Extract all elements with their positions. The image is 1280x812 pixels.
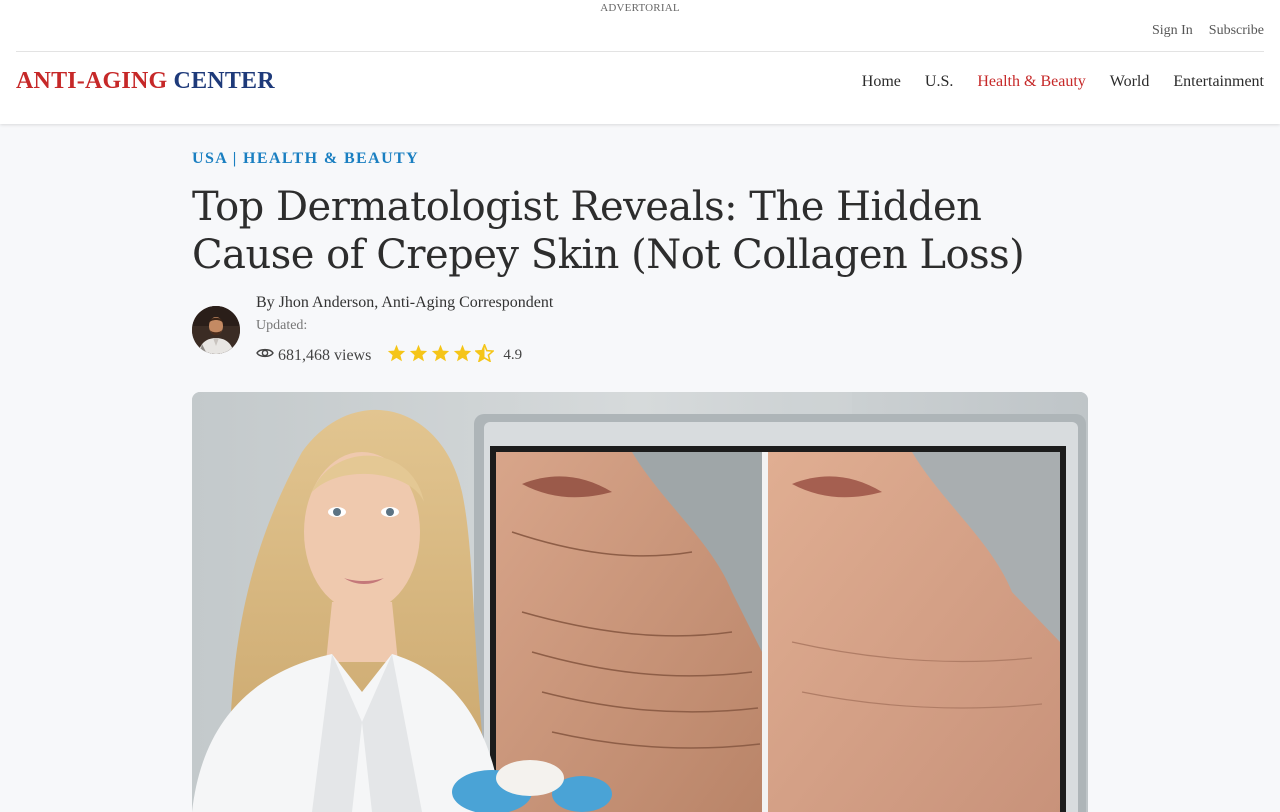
logo-part-2: CENTER bbox=[173, 68, 275, 94]
star-rating: 4.9 bbox=[387, 342, 523, 367]
sign-in-link[interactable]: Sign In bbox=[1152, 23, 1193, 39]
author-byline: By Jhon Anderson, Anti-Aging Corresponde… bbox=[256, 294, 554, 311]
nav-world[interactable]: World bbox=[1110, 73, 1150, 91]
views-text: 681,468 views bbox=[278, 346, 372, 364]
article-title: Top Dermatologist Reveals: The Hidden Ca… bbox=[192, 184, 1025, 278]
main-nav: Home U.S. Health & Beauty World Entertai… bbox=[862, 73, 1264, 91]
nav-health-beauty[interactable]: Health & Beauty bbox=[977, 73, 1085, 91]
site-logo[interactable]: ANTI-AGING CENTER bbox=[16, 68, 275, 95]
top-bar: Sign In Subscribe bbox=[1152, 23, 1264, 39]
article-stats: 681,468 views 4.9 bbox=[256, 342, 523, 367]
author-avatar bbox=[192, 306, 240, 354]
hero-image bbox=[192, 392, 1088, 812]
nav-home[interactable]: Home bbox=[862, 73, 901, 91]
star-icon bbox=[453, 344, 472, 367]
logo-part-1: ANTI-AGING bbox=[16, 68, 168, 94]
eye-icon bbox=[256, 346, 274, 365]
header-divider bbox=[16, 51, 1264, 52]
star-half-icon bbox=[474, 342, 496, 367]
rating-value: 4.9 bbox=[503, 347, 523, 363]
article-kicker[interactable]: USA | HEALTH & BEAUTY bbox=[192, 150, 419, 168]
nav-entertainment[interactable]: Entertainment bbox=[1173, 73, 1264, 91]
star-icon bbox=[387, 344, 406, 367]
star-icon bbox=[431, 344, 450, 367]
subscribe-link[interactable]: Subscribe bbox=[1209, 23, 1264, 39]
star-icon bbox=[409, 344, 428, 367]
advertorial-label: ADVERTORIAL bbox=[600, 2, 680, 14]
site-header: ADVERTORIAL Sign In Subscribe ANTI-AGING… bbox=[0, 0, 1280, 124]
updated-label: Updated: bbox=[256, 318, 308, 333]
nav-us[interactable]: U.S. bbox=[925, 73, 953, 91]
views-count: 681,468 views bbox=[256, 346, 371, 365]
